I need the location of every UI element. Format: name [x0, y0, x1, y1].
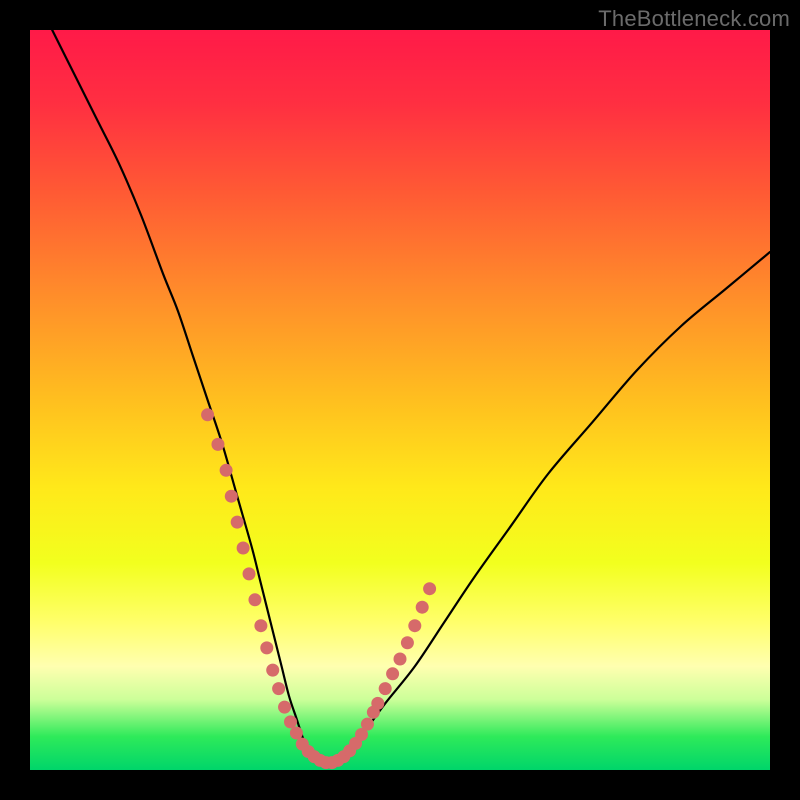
marker-dot	[371, 697, 384, 710]
marker-dot	[408, 619, 421, 632]
outer-frame: TheBottleneck.com	[0, 0, 800, 800]
marker-dot	[237, 542, 250, 555]
chart-svg	[30, 30, 770, 770]
marker-dot	[211, 438, 224, 451]
marker-dot	[361, 718, 374, 731]
marker-dot	[266, 664, 279, 677]
marker-dot	[423, 582, 436, 595]
marker-dot	[379, 682, 392, 695]
marker-dot	[254, 619, 267, 632]
marker-dot	[248, 593, 261, 606]
plot-area	[30, 30, 770, 770]
marker-dot	[401, 636, 414, 649]
marker-dot	[243, 567, 256, 580]
marker-dot	[220, 464, 233, 477]
marker-dot	[290, 727, 303, 740]
bottleneck-curve	[52, 30, 770, 764]
marker-dot	[284, 715, 297, 728]
marker-dot	[272, 682, 285, 695]
marker-dot	[201, 408, 214, 421]
marker-dot	[394, 653, 407, 666]
marker-dot	[278, 701, 291, 714]
marker-dot	[386, 667, 399, 680]
marker-dot	[231, 516, 244, 529]
marker-dot	[416, 601, 429, 614]
marker-dot	[260, 641, 273, 654]
marker-dot	[225, 490, 238, 503]
highlight-dots	[201, 408, 436, 769]
watermark-text: TheBottleneck.com	[598, 6, 790, 32]
